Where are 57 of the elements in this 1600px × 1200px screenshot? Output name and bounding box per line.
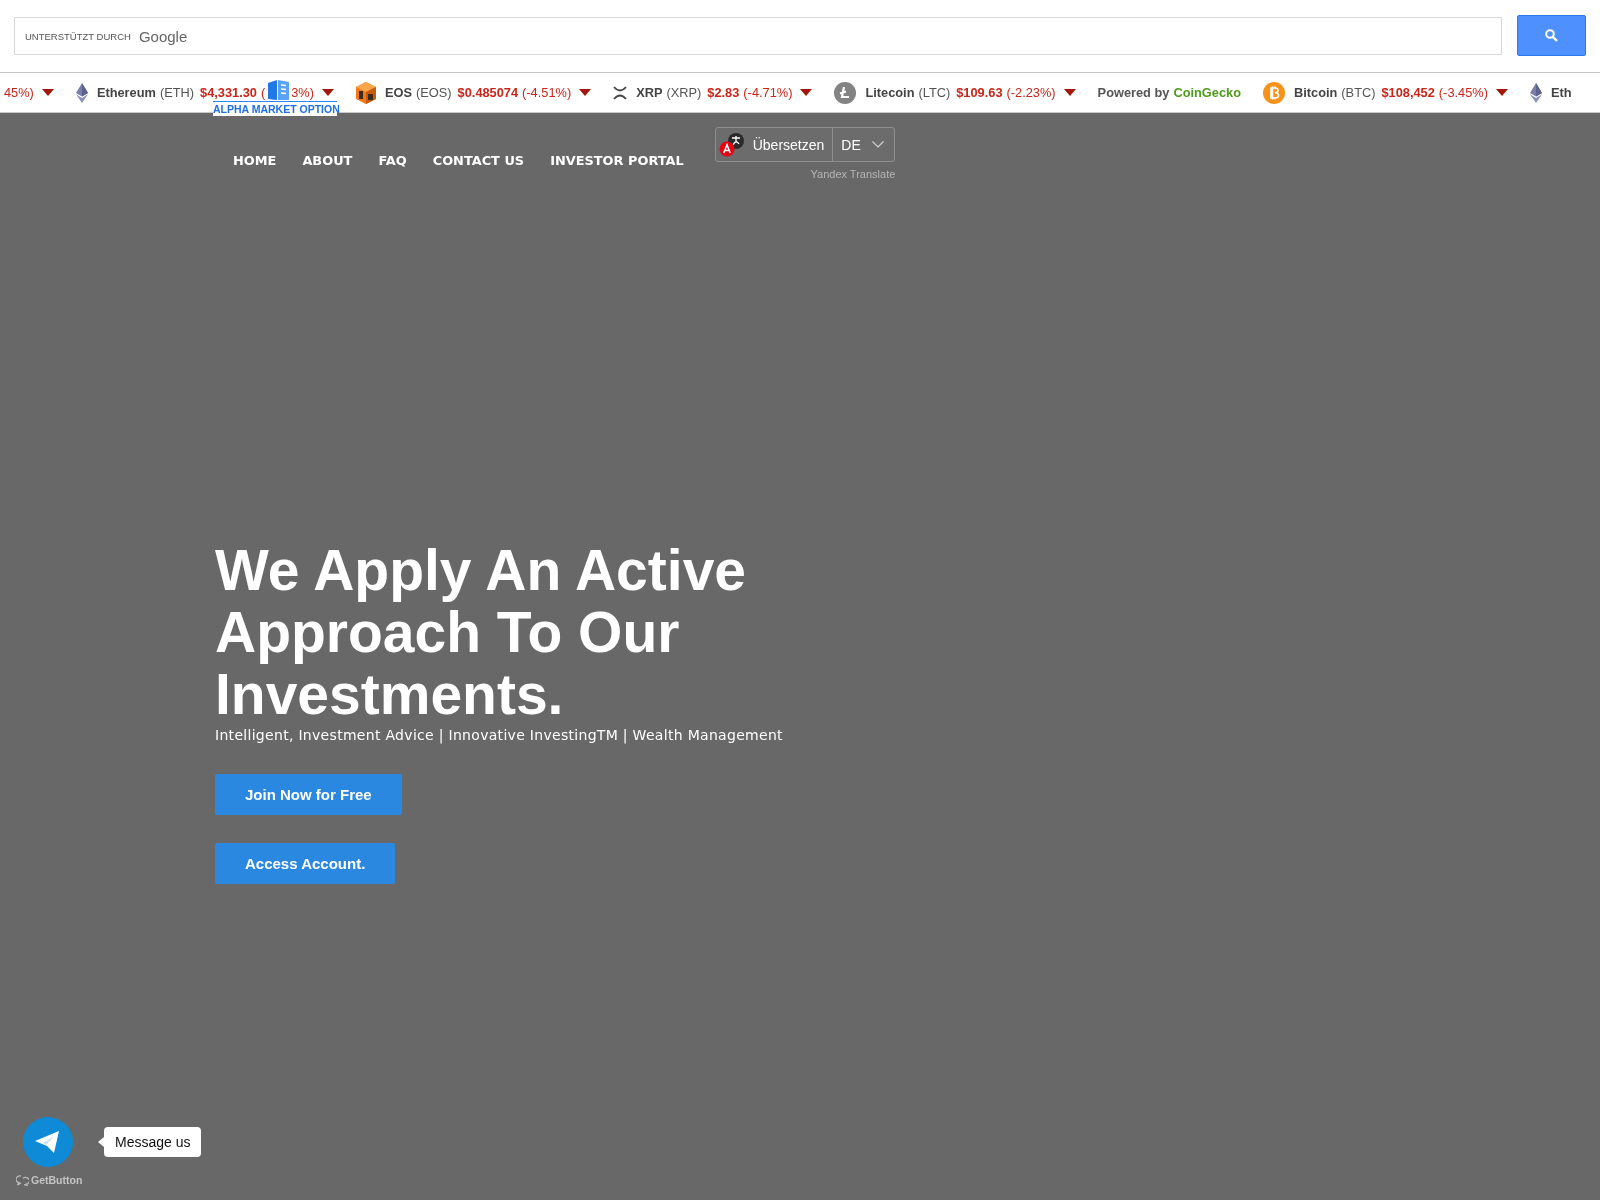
price-change: 45%) bbox=[4, 85, 34, 100]
coin-name: Ethereum bbox=[96, 85, 156, 100]
attribution-text: Powered by bbox=[1097, 85, 1170, 100]
cross-coin-icon bbox=[613, 85, 628, 100]
price-change: (-3.45%) bbox=[1438, 85, 1488, 100]
coin-price: $0.485074 bbox=[457, 85, 519, 100]
cube-coin-icon bbox=[356, 81, 376, 104]
coin-name: Eth bbox=[1550, 85, 1572, 100]
coin-symbol: (LTC) bbox=[918, 85, 951, 100]
litecoin-icon bbox=[834, 81, 857, 104]
price-change: (-4.71%) bbox=[743, 85, 793, 100]
price-change: (-4.51%) bbox=[522, 85, 572, 100]
coin-symbol: (BTC) bbox=[1341, 85, 1376, 100]
nav-link[interactable]: FAQ bbox=[365, 151, 420, 171]
coin-name: XRP bbox=[636, 85, 663, 100]
hero-heading: We Apply An Active Approach To Our Investments. bbox=[215, 539, 748, 725]
search-icon bbox=[1545, 28, 1558, 42]
price-change: ( bbox=[260, 85, 266, 100]
powered-by-label: UNTERSTÜTZT DURCH bbox=[25, 30, 131, 42]
coin-price: $108,452 bbox=[1381, 85, 1435, 100]
bitcoin-icon bbox=[1263, 81, 1285, 104]
language-select[interactable]: DE bbox=[833, 128, 895, 161]
coin-symbol: (XRP) bbox=[666, 85, 702, 100]
translate-button[interactable]: Übersetzen bbox=[715, 128, 834, 161]
diamond-coin-icon bbox=[1529, 82, 1542, 103]
coin-name: Litecoin bbox=[865, 85, 915, 100]
speech-tail-icon bbox=[98, 1137, 104, 1147]
yandex-translate-link[interactable]: Yandex Translate bbox=[810, 168, 896, 180]
getbutton-link[interactable]: GetButton bbox=[16, 1174, 83, 1186]
translate-icon bbox=[718, 133, 745, 157]
coin-name: Bitcoin bbox=[1294, 85, 1338, 100]
paper-plane-icon[interactable] bbox=[23, 1117, 73, 1167]
access-account-button[interactable]: Access Account. bbox=[215, 843, 396, 884]
nav-link[interactable]: CONTACT US bbox=[419, 151, 538, 171]
logo-link[interactable]: ALPHA MARKET OPTION bbox=[213, 101, 337, 116]
coin-price: $2.83 bbox=[707, 85, 740, 100]
nav-link[interactable]: ABOUT bbox=[289, 151, 366, 171]
coin-name: EOS bbox=[385, 85, 413, 100]
price-change: 3%) bbox=[291, 85, 314, 100]
join-button[interactable]: Join Now for Free bbox=[215, 774, 402, 815]
coin-symbol: (EOS) bbox=[416, 85, 452, 100]
coingecko-link[interactable]: CoinGecko bbox=[1173, 85, 1241, 100]
nav-link[interactable]: HOME bbox=[220, 151, 290, 171]
nav-link[interactable]: INVESTOR PORTAL bbox=[537, 151, 697, 171]
diamond-coin-icon bbox=[75, 82, 88, 103]
price-change: (-2.23%) bbox=[1006, 85, 1056, 100]
coin-price: $109.63 bbox=[956, 85, 1003, 100]
speech-bubbles-icon bbox=[16, 1174, 29, 1186]
search-field[interactable]: UNTERSTÜTZT DURCH Google bbox=[14, 17, 1502, 55]
chevron-down-icon bbox=[872, 141, 885, 148]
coin-price: $4,331.30 bbox=[200, 85, 257, 100]
hero-tagline: Intelligent, Investment Advice | Innovative InvestingTM | Wealth Management bbox=[215, 726, 783, 745]
coin-symbol: (ETH) bbox=[159, 85, 195, 100]
google-wordmark: Google bbox=[138, 27, 188, 45]
search-button[interactable] bbox=[1517, 14, 1586, 56]
message-tooltip: Message us bbox=[104, 1127, 202, 1157]
logo-icon[interactable] bbox=[267, 79, 289, 100]
